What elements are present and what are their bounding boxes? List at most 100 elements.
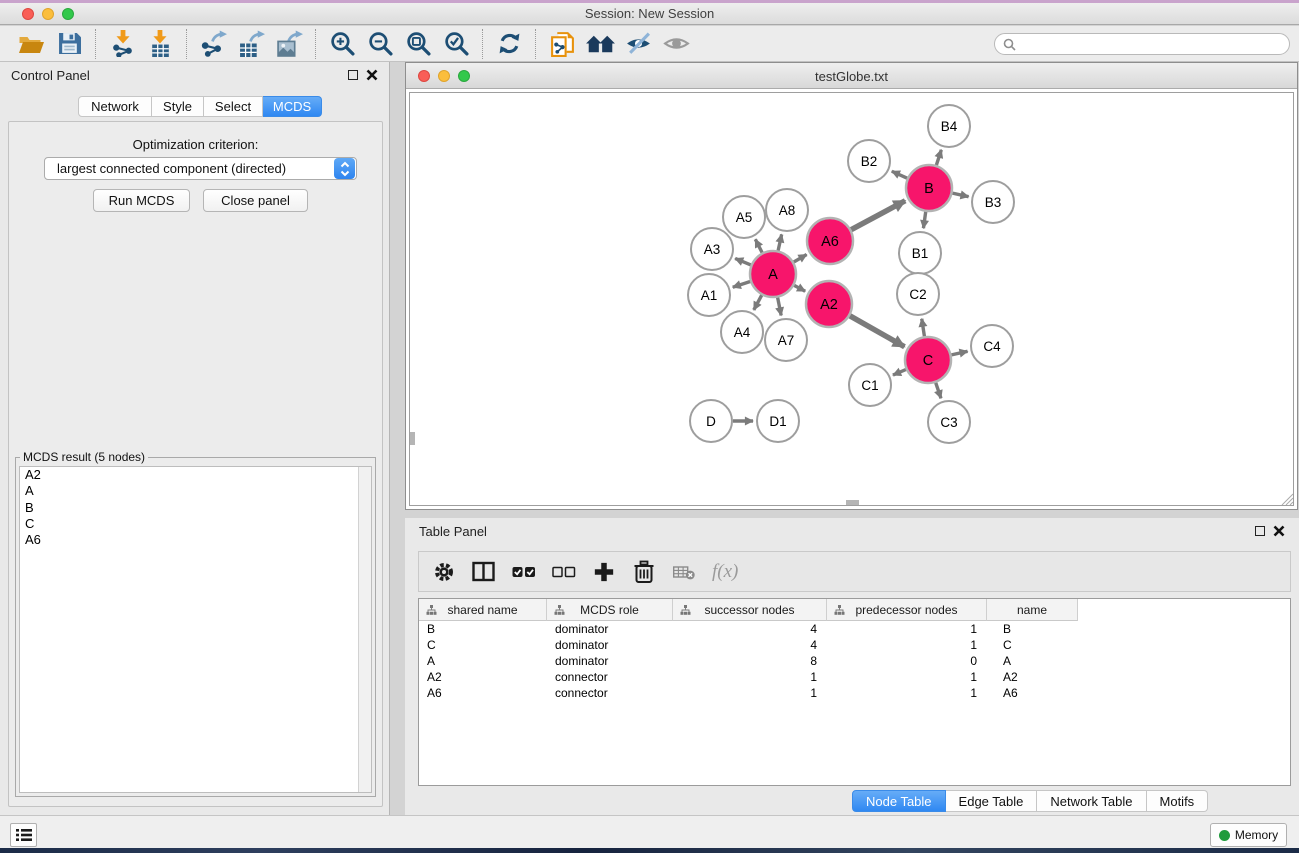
task-history-button[interactable] — [10, 823, 37, 847]
show-all-button[interactable] — [657, 27, 695, 61]
import-network-button[interactable] — [103, 27, 141, 61]
close-panel-icon[interactable] — [1273, 525, 1285, 537]
graph-edge-C-C4[interactable] — [951, 351, 967, 355]
graph-node-A[interactable]: A — [750, 251, 796, 297]
clone-network-button[interactable] — [543, 27, 581, 61]
search-box[interactable] — [994, 33, 1290, 55]
tab-style[interactable]: Style — [152, 96, 204, 117]
graph-node-A6[interactable]: A6 — [807, 218, 853, 264]
zoom-out-button[interactable] — [361, 27, 399, 61]
column-header-name[interactable]: name — [987, 599, 1078, 621]
export-network-button[interactable] — [194, 27, 232, 61]
graph-node-C[interactable]: C — [905, 337, 951, 383]
graph-edge-B-B3[interactable] — [952, 193, 968, 197]
first-neighbors-button[interactable] — [581, 27, 619, 61]
graph-edge-C-C1[interactable] — [893, 369, 906, 375]
graph-edge-A-A4[interactable] — [754, 295, 762, 310]
graph-node-A3[interactable]: A3 — [691, 228, 733, 270]
tab-select[interactable]: Select — [204, 96, 263, 117]
table-row[interactable]: Bdominator41B — [419, 621, 1290, 637]
graph-edge-A-A1[interactable] — [733, 281, 750, 287]
search-input[interactable] — [1021, 37, 1281, 51]
close-panel-icon[interactable] — [366, 69, 378, 81]
graph-edge-A2-C[interactable] — [850, 316, 905, 347]
import-table-button[interactable] — [141, 27, 179, 61]
graph-node-D[interactable]: D — [690, 400, 732, 442]
tab-mcds[interactable]: MCDS — [263, 96, 322, 117]
graph-node-B[interactable]: B — [906, 165, 952, 211]
graph-edge-B-B4[interactable] — [936, 150, 941, 165]
graph-node-A8[interactable]: A8 — [766, 189, 808, 231]
graph-node-B2[interactable]: B2 — [848, 140, 890, 182]
zoom-in-button[interactable] — [323, 27, 361, 61]
tab-motifs[interactable]: Motifs — [1147, 790, 1209, 812]
mcds-result-list[interactable]: A2ABCA6 — [19, 466, 372, 793]
graph-edge-C-C3[interactable] — [936, 383, 941, 399]
network-graph[interactable]: B4B2BB3A8A5A6A3B1AA1C2A2A4A7C4CC1C3DD1 — [410, 93, 1293, 507]
memory-button[interactable]: Memory — [1210, 823, 1287, 847]
result-item[interactable]: A — [20, 483, 371, 499]
table-row[interactable]: Cdominator41C — [419, 637, 1290, 653]
graph-node-C1[interactable]: C1 — [849, 364, 891, 406]
export-image-button[interactable] — [270, 27, 308, 61]
tab-node-table[interactable]: Node Table — [852, 790, 946, 812]
graph-edge-A-A5[interactable] — [755, 239, 762, 252]
graph-edge-A-A2[interactable] — [794, 285, 805, 291]
column-header-shared-name[interactable]: shared name — [419, 599, 547, 621]
network-canvas[interactable]: B4B2BB3A8A5A6A3B1AA1C2A2A4A7C4CC1C3DD1 — [409, 92, 1294, 506]
column-header-predecessor-nodes[interactable]: predecessor nodes — [827, 599, 987, 621]
float-panel-icon[interactable] — [348, 70, 358, 80]
table-row[interactable]: A6connector11A6 — [419, 685, 1290, 701]
open-session-button[interactable] — [12, 27, 50, 61]
canvas-left-nub[interactable] — [410, 432, 415, 445]
result-item[interactable]: A6 — [20, 532, 371, 548]
graph-edge-A-A6[interactable] — [794, 255, 807, 262]
run-mcds-button[interactable]: Run MCDS — [93, 189, 190, 212]
graph-node-A2[interactable]: A2 — [806, 281, 852, 327]
graph-node-B1[interactable]: B1 — [899, 232, 941, 274]
add-column-button[interactable] — [590, 558, 617, 585]
tab-network[interactable]: Network — [78, 96, 152, 117]
graph-node-A4[interactable]: A4 — [721, 311, 763, 353]
show-column-button[interactable] — [470, 558, 497, 585]
optimization-criterion-select[interactable]: largest connected component (directed) — [44, 157, 357, 180]
resize-grip-icon[interactable] — [1280, 492, 1293, 505]
graph-edge-B-B2[interactable] — [892, 171, 907, 178]
float-panel-icon[interactable] — [1255, 526, 1265, 536]
graph-edge-B-B1[interactable] — [923, 212, 925, 228]
save-session-button[interactable] — [50, 27, 88, 61]
graph-edge-A-A3[interactable] — [735, 258, 751, 264]
table-settings-button[interactable] — [430, 558, 457, 585]
result-item[interactable]: B — [20, 500, 371, 516]
zoom-selected-button[interactable] — [437, 27, 475, 61]
delete-table-button[interactable] — [670, 558, 697, 585]
graph-edge-C-C2[interactable] — [922, 319, 925, 337]
table-row[interactable]: Adominator80A — [419, 653, 1290, 669]
delete-column-button[interactable] — [630, 558, 657, 585]
tab-network-table[interactable]: Network Table — [1037, 790, 1146, 812]
graph-node-A1[interactable]: A1 — [688, 274, 730, 316]
tab-edge-table[interactable]: Edge Table — [946, 790, 1038, 812]
column-header-mcds-role[interactable]: MCDS role — [547, 599, 673, 621]
hide-selected-button[interactable] — [619, 27, 657, 61]
select-all-button[interactable] — [510, 558, 537, 585]
graph-node-C3[interactable]: C3 — [928, 401, 970, 443]
graph-node-A7[interactable]: A7 — [765, 319, 807, 361]
result-scrollbar[interactable] — [358, 467, 371, 792]
graph-node-A5[interactable]: A5 — [723, 196, 765, 238]
close-panel-button[interactable]: Close panel — [203, 189, 308, 212]
result-item[interactable]: C — [20, 516, 371, 532]
column-header-successor-nodes[interactable]: successor nodes — [673, 599, 827, 621]
graph-edge-A6-B[interactable] — [851, 201, 905, 230]
function-builder-button[interactable]: f(x) — [712, 561, 738, 583]
graph-node-B3[interactable]: B3 — [972, 181, 1014, 223]
canvas-bottom-nub[interactable] — [846, 500, 859, 505]
graph-node-B4[interactable]: B4 — [928, 105, 970, 147]
graph-edge-A-A8[interactable] — [778, 234, 782, 250]
graph-edge-A-A7[interactable] — [778, 298, 782, 316]
export-table-button[interactable] — [232, 27, 270, 61]
zoom-fit-button[interactable] — [399, 27, 437, 61]
result-item[interactable]: A2 — [20, 467, 371, 483]
graph-node-D1[interactable]: D1 — [757, 400, 799, 442]
deselect-all-button[interactable] — [550, 558, 577, 585]
